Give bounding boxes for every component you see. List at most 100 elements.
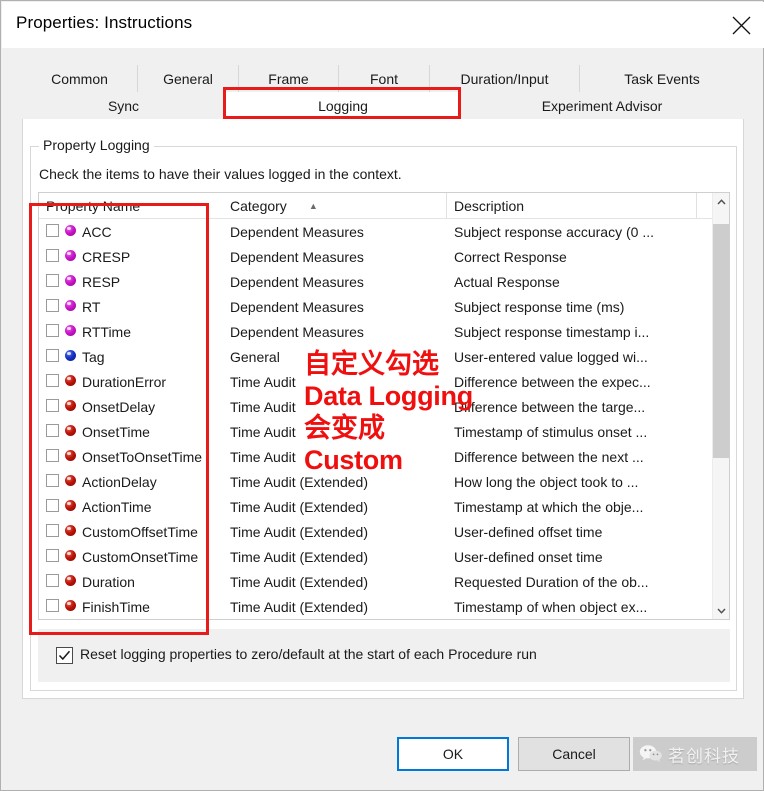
table-row[interactable]: CustomOnsetTime Time Audit (Extended) User… [39,544,729,569]
property-checkbox[interactable] [46,499,59,512]
property-bead-magenta-icon [65,300,76,311]
reset-logging-checkbox[interactable] [56,647,73,664]
property-bead-red-icon [65,450,76,461]
tab-common[interactable]: Common [22,65,138,92]
tab-font[interactable]: Font [339,65,430,92]
property-name-cell: OnsetTime [82,423,150,440]
table-row[interactable]: ACC Dependent Measures Subject response ac… [39,219,729,244]
property-checkbox[interactable] [46,299,59,312]
property-name-cell: ActionDelay [82,473,157,490]
property-category-cell: Time Audit (Extended) [230,498,368,515]
property-checkbox[interactable] [46,249,59,262]
column-header-description[interactable]: Description [447,193,697,219]
scroll-up-icon[interactable] [713,193,729,210]
property-checkbox[interactable] [46,549,59,562]
property-checkbox[interactable] [46,274,59,287]
property-category-cell: Time Audit (Extended) [230,573,368,590]
close-icon[interactable] [718,2,764,48]
property-checkbox[interactable] [46,224,59,237]
table-row[interactable]: RESP Dependent Measures Actual Response [39,269,729,294]
column-header-category[interactable]: Category ▲ [223,193,447,219]
property-name-cell: Tag [82,348,105,365]
property-name-cell: OnsetDelay [82,398,156,415]
tab-duration-input[interactable]: Duration/Input [430,65,580,92]
property-checkbox[interactable] [46,374,59,387]
property-description-cell: User-defined onset time [454,548,603,565]
property-bead-magenta-icon [65,225,76,236]
property-list[interactable]: Property Name Category ▲ Description ACC… [38,192,730,620]
table-row[interactable]: OnsetToOnsetTime Time Audit Difference bet… [39,444,729,469]
table-row[interactable]: ActionTime Time Audit (Extended) Timestamp… [39,494,729,519]
wechat-icon [639,745,662,763]
property-bead-red-icon [65,475,76,486]
table-row[interactable]: OnsetTime Time Audit Timestamp of stimulus… [39,419,729,444]
table-row[interactable]: RT Dependent Measures Subject response tim… [39,294,729,319]
cancel-button[interactable]: Cancel [518,737,630,771]
property-name-cell: RESP [82,273,121,290]
property-bead-red-icon [65,575,76,586]
property-description-cell: Correct Response [454,248,567,265]
property-checkbox[interactable] [46,524,59,537]
property-checkbox[interactable] [46,424,59,437]
logging-panel: Property Logging Check the items to have… [22,119,744,699]
table-row[interactable]: DurationError Time Audit Difference betwee… [39,369,729,394]
property-description-cell: Subject response accuracy (0 ... [454,223,654,240]
property-description-cell: Timestamp at which the obje... [454,498,644,515]
property-checkbox[interactable] [46,349,59,362]
property-checkbox[interactable] [46,599,59,612]
table-row[interactable]: Tag General User-entered value logged wi..… [39,344,729,369]
tab-task-events[interactable]: Task Events [580,65,744,92]
property-description-cell: Subject response time (ms) [454,298,625,315]
table-row[interactable]: FinishTime Time Audit (Extended) Timestamp… [39,594,729,619]
scroll-down-icon[interactable] [713,602,729,619]
property-checkbox[interactable] [46,574,59,587]
watermark: 茗创科技 [633,737,757,771]
property-checkbox[interactable] [46,324,59,337]
property-category-cell: Dependent Measures [230,223,364,240]
table-row[interactable]: ActionDelay Time Audit (Extended) How long… [39,469,729,494]
property-description-cell: User-defined offset time [454,523,603,540]
property-name-cell: Duration [82,573,135,590]
column-header-category-label: Category [230,198,287,214]
property-description-cell: How long the object took to ... [454,473,639,490]
property-category-cell: Dependent Measures [230,273,364,290]
property-category-cell: Time Audit [230,373,296,390]
tab-experiment-advisor[interactable]: Experiment Advisor [460,92,744,119]
column-header-property-name[interactable]: Property Name [39,193,223,219]
property-checkbox[interactable] [46,449,59,462]
tab-general[interactable]: General [138,65,239,92]
property-bead-magenta-icon [65,275,76,286]
ok-button[interactable]: OK [397,737,509,771]
property-description-cell: Requested Duration of the ob... [454,573,649,590]
groupbox-legend: Property Logging [39,137,154,153]
property-name-cell: CRESP [82,248,131,265]
table-row[interactable]: CRESP Dependent Measures Correct Response [39,244,729,269]
tab-frame[interactable]: Frame [239,65,339,92]
property-name-cell: RTTime [82,323,131,340]
table-row[interactable]: CustomOffsetTime Time Audit (Extended) Use… [39,519,729,544]
property-category-cell: Time Audit (Extended) [230,598,368,615]
property-name-cell: ACC [82,223,112,240]
property-checkbox[interactable] [46,399,59,412]
tab-sync[interactable]: Sync [22,92,226,119]
property-logging-groupbox: Property Logging Check the items to have… [30,137,737,691]
table-row[interactable]: RTTime Dependent Measures Subject response… [39,319,729,344]
table-row[interactable]: OnsetDelay Time Audit Difference between t… [39,394,729,419]
property-description-cell: Difference between the next ... [454,448,644,465]
table-row[interactable]: Duration Time Audit (Extended) Requested D… [39,569,729,594]
tab-logging[interactable]: Logging [226,92,460,119]
property-name-cell: OnsetToOnsetTime [82,448,203,465]
property-name-cell: ActionTime [82,498,152,515]
property-description-cell: Timestamp of when object ex... [454,598,648,615]
property-name-cell: RT [82,298,101,315]
property-category-cell: Time Audit (Extended) [230,473,368,490]
column-header-description-label: Description [454,198,525,214]
property-checkbox[interactable] [46,474,59,487]
list-vertical-scrollbar[interactable] [712,193,729,619]
property-bead-red-icon [65,500,76,511]
watermark-text: 茗创科技 [668,746,740,766]
property-name-cell: FinishTime [82,598,150,615]
property-name-cell: CustomOffsetTime [82,523,198,540]
scrollbar-thumb[interactable] [713,224,729,458]
property-category-cell: Time Audit (Extended) [230,548,368,565]
